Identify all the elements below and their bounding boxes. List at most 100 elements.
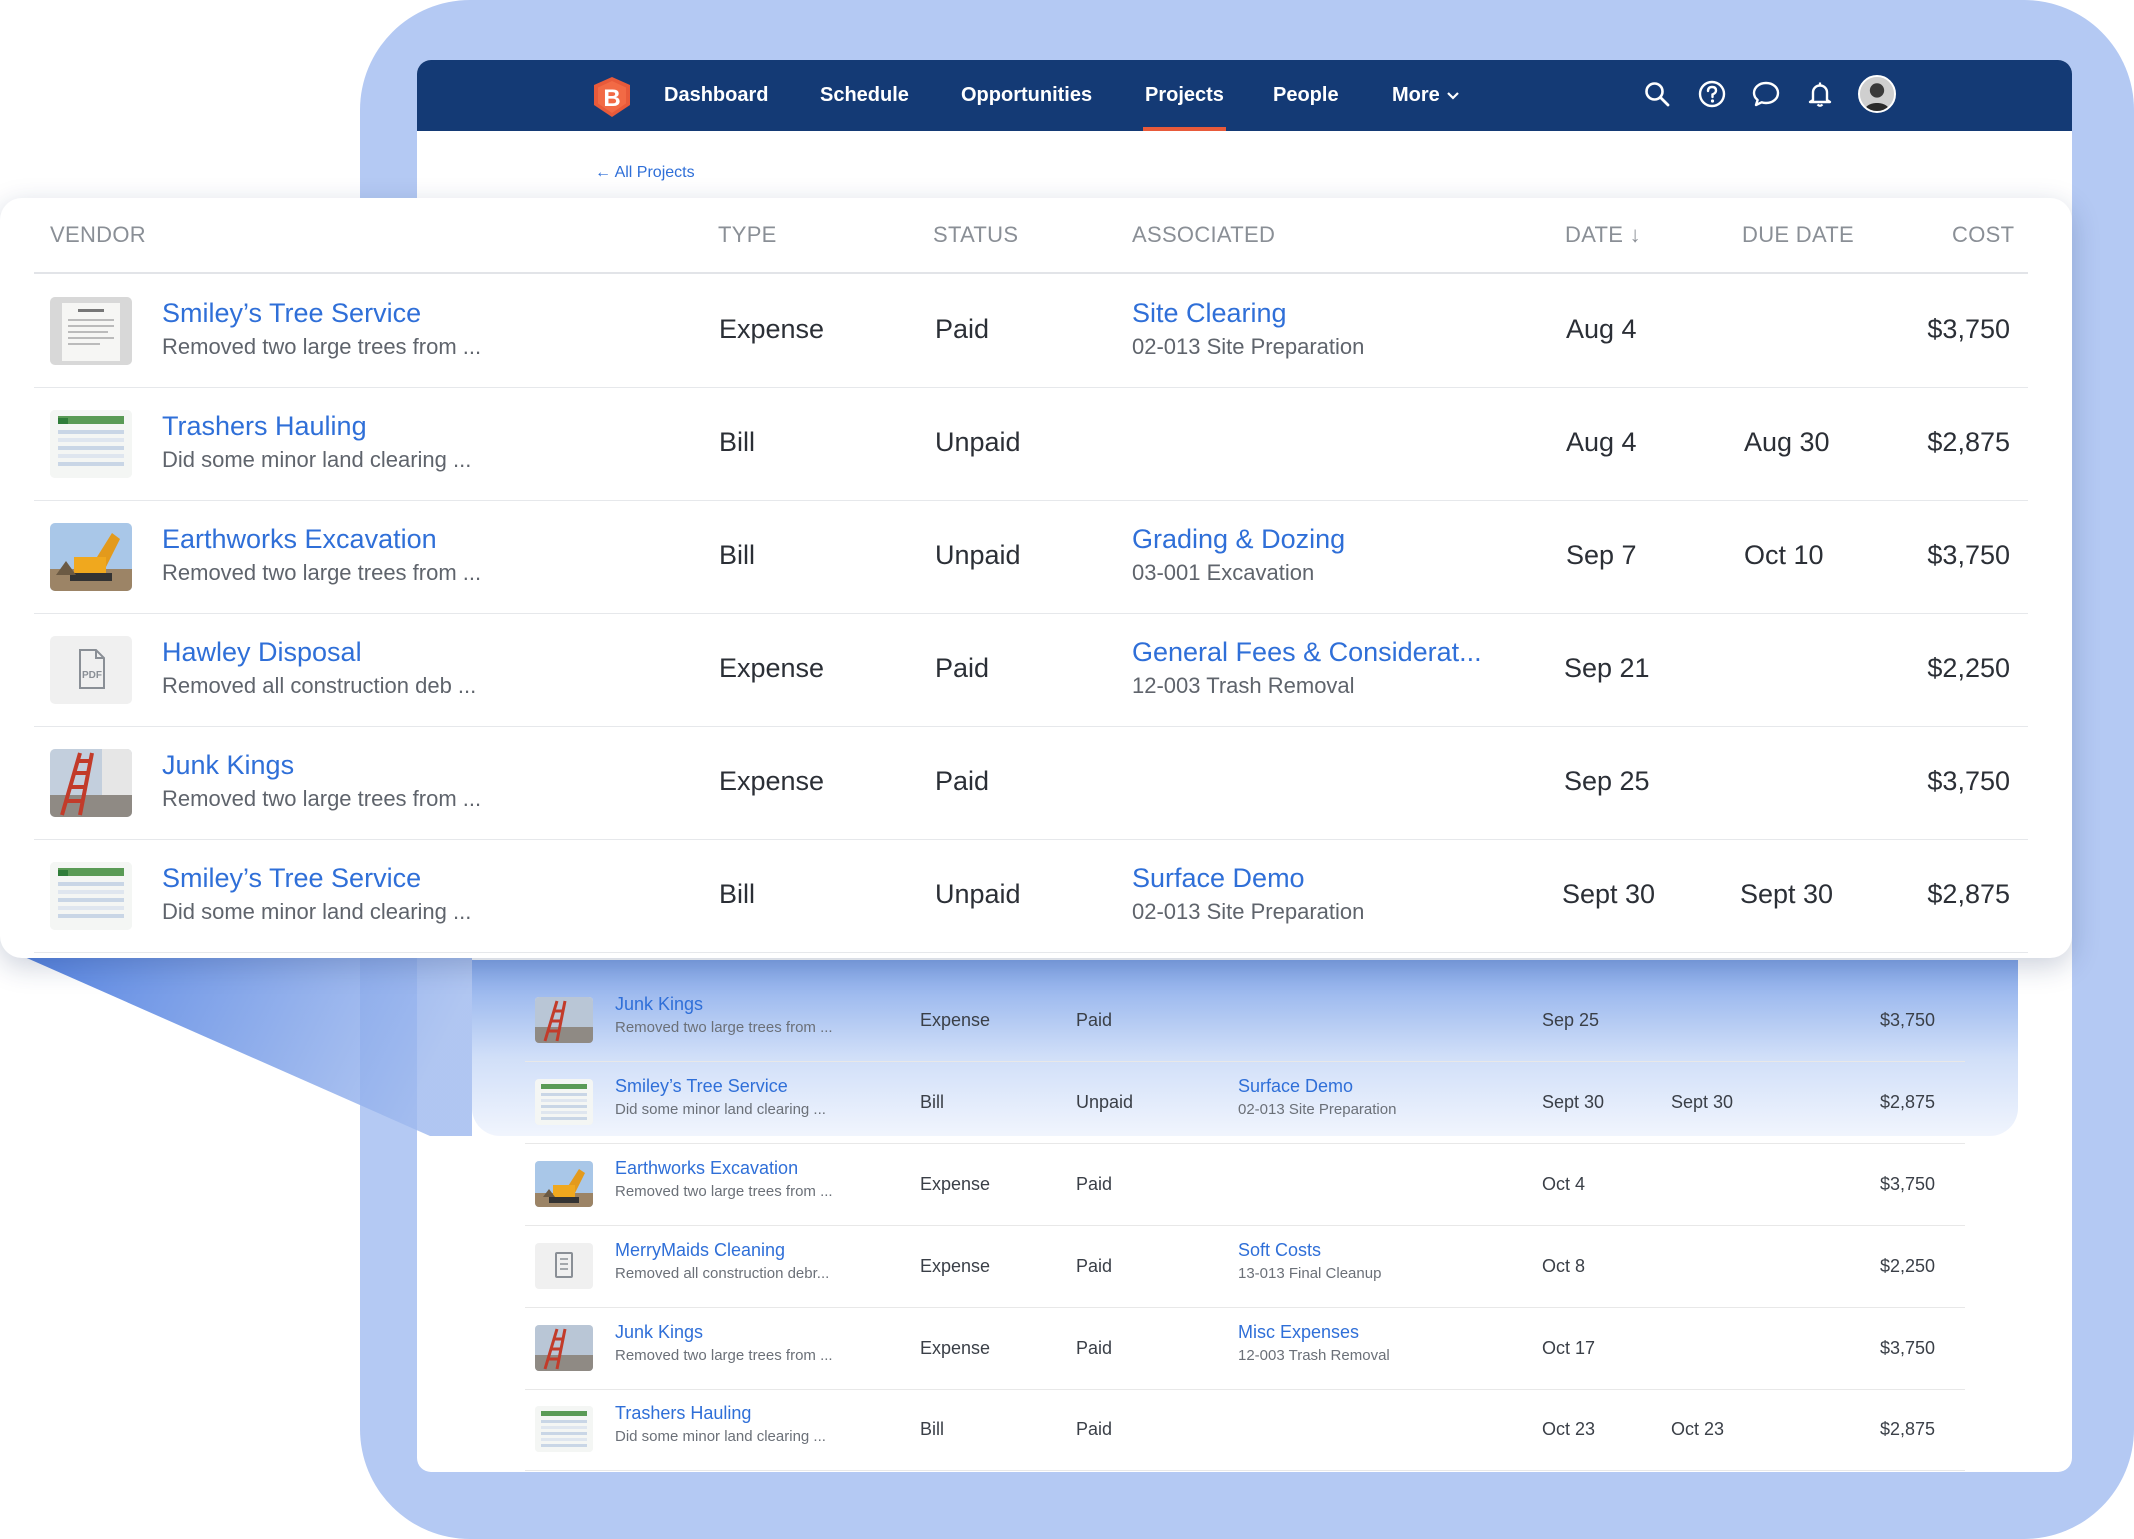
cost-cell: $2,250 xyxy=(1927,653,2010,683)
back-to-projects-link[interactable]: ← All Projects xyxy=(595,164,695,182)
table-row[interactable]: Earthworks Excavation Removed two large … xyxy=(34,501,2028,614)
vendor-description: Removed two large trees from ... xyxy=(162,560,482,585)
vendor-description: Did some minor land clearing ... xyxy=(615,1101,826,1118)
brand-logo[interactable]: B xyxy=(590,75,634,119)
date-cell: Oct 23 xyxy=(1542,1419,1596,1439)
help-icon[interactable] xyxy=(1697,79,1727,109)
type-cell: Expense xyxy=(719,314,825,344)
type-cell: Expense xyxy=(920,1174,991,1194)
user-avatar-icon xyxy=(1860,77,1894,111)
header-cost[interactable]: COST xyxy=(1952,222,2014,248)
associated-code: 02-013 Site Preparation xyxy=(1132,334,1365,359)
vendor-link[interactable]: Hawley Disposal xyxy=(162,637,362,668)
cost-cell: $2,875 xyxy=(1927,427,2010,457)
due-date-cell: Oct 10 xyxy=(1744,540,1824,570)
date-cell: Sept 30 xyxy=(1542,1092,1605,1112)
vendor-link[interactable]: Earthworks Excavation xyxy=(615,1158,798,1179)
nav-opportunities[interactable]: Opportunities xyxy=(961,60,1092,131)
table-header: VENDOR TYPE STATUS ASSOCIATED DATE ↓ DUE… xyxy=(0,198,2072,272)
vendor-description: Removed two large trees from ... xyxy=(615,1183,833,1200)
cost-cell: $3,750 xyxy=(1927,540,2010,570)
status-cell: Paid xyxy=(1076,1174,1113,1194)
table-row[interactable]: Smiley’s Tree Service Removed two large … xyxy=(34,275,2028,388)
vendor-link[interactable]: Smiley’s Tree Service xyxy=(162,863,421,894)
cost-cell: $2,250 xyxy=(1879,1256,1935,1276)
table-row[interactable]: Trashers Hauling Did some minor land cle… xyxy=(525,1389,1965,1471)
vendor-link[interactable]: Junk Kings xyxy=(615,994,703,1015)
document-thumbnail xyxy=(50,297,132,365)
table-row[interactable]: Junk Kings Removed two large trees from … xyxy=(34,727,2028,840)
vendor-link[interactable]: Trashers Hauling xyxy=(615,1403,751,1424)
associated-link[interactable]: General Fees & Considerat... xyxy=(1132,637,1482,668)
date-cell: Sept 30 xyxy=(1562,879,1656,909)
ladder-photo xyxy=(50,749,132,817)
associated-link[interactable]: Misc Expenses xyxy=(1238,1322,1359,1343)
status-cell: Paid xyxy=(935,314,990,344)
excavator-photo xyxy=(535,1161,593,1207)
nav-dashboard[interactable]: Dashboard xyxy=(664,60,768,131)
vendor-link[interactable]: Junk Kings xyxy=(615,1322,703,1343)
header-associated[interactable]: ASSOCIATED xyxy=(1132,222,1275,248)
associated-link[interactable]: Soft Costs xyxy=(1238,1240,1321,1261)
spreadsheet-thumbnail xyxy=(50,862,132,930)
header-date-sorted[interactable]: DATE ↓ xyxy=(1565,222,1641,248)
header-vendor[interactable]: VENDOR xyxy=(50,222,146,248)
table-row[interactable]: MerryMaids Cleaning Removed all construc… xyxy=(525,1226,1965,1308)
header-due-date[interactable]: DUE DATE xyxy=(1742,222,1854,248)
bell-icon[interactable] xyxy=(1805,79,1835,109)
vendor-link[interactable]: Earthworks Excavation xyxy=(162,524,437,555)
receipt-icon xyxy=(535,1243,593,1289)
header-type[interactable]: TYPE xyxy=(718,222,777,248)
vendor-link[interactable]: Trashers Hauling xyxy=(162,411,367,442)
table-row[interactable]: Smiley’s Tree Service Did some minor lan… xyxy=(525,1062,1965,1144)
nav-projects[interactable]: Projects xyxy=(1143,60,1226,131)
date-cell: Sep 21 xyxy=(1564,653,1650,683)
avatar[interactable] xyxy=(1858,75,1896,113)
vendor-link[interactable]: Smiley’s Tree Service xyxy=(615,1076,788,1097)
type-cell: Expense xyxy=(719,653,825,683)
spreadsheet-thumbnail xyxy=(50,410,132,478)
associated-code: 12-003 Trash Removal xyxy=(1238,1347,1390,1364)
associated-link[interactable]: Surface Demo xyxy=(1238,1076,1353,1097)
cost-cell: $3,750 xyxy=(1879,1010,1935,1030)
vendor-link[interactable]: MerryMaids Cleaning xyxy=(615,1240,785,1261)
date-cell: Oct 17 xyxy=(1542,1338,1596,1358)
status-cell: Paid xyxy=(1076,1256,1113,1276)
table-row[interactable]: Trashers Hauling Did some minor land cle… xyxy=(34,388,2028,501)
ladder-photo xyxy=(535,1325,593,1371)
associated-code: 02-013 Site Preparation xyxy=(1238,1101,1397,1118)
associated-link[interactable]: Site Clearing xyxy=(1132,298,1287,329)
table-row[interactable]: Earthworks Excavation Removed two large … xyxy=(525,1144,1965,1226)
associated-code: 03-001 Excavation xyxy=(1132,560,1315,585)
top-nav: B Dashboard Schedule Opportunities Proje… xyxy=(417,60,2072,131)
type-cell: Bill xyxy=(719,427,756,457)
status-cell: Paid xyxy=(935,653,990,683)
logo-letter: B xyxy=(603,85,620,112)
nav-people[interactable]: People xyxy=(1273,60,1339,131)
date-cell: Oct 8 xyxy=(1542,1256,1586,1276)
vendor-link[interactable]: Junk Kings xyxy=(162,750,294,781)
table-row[interactable]: Junk Kings Removed two large trees from … xyxy=(525,980,1965,1062)
header-status[interactable]: STATUS xyxy=(933,222,1018,248)
status-cell: Unpaid xyxy=(1076,1092,1134,1112)
table-row[interactable]: PDF Hawley Disposal Removed all construc… xyxy=(34,614,2028,727)
search-icon[interactable] xyxy=(1642,79,1672,109)
cost-cell: $3,750 xyxy=(1927,314,2010,344)
associated-link[interactable]: Grading & Dozing xyxy=(1132,524,1345,555)
type-cell: Bill xyxy=(920,1092,945,1112)
nav-more[interactable]: More xyxy=(1392,60,1460,131)
status-cell: Unpaid xyxy=(935,540,1021,570)
status-cell: Paid xyxy=(1076,1338,1113,1358)
associated-link[interactable]: Surface Demo xyxy=(1132,863,1305,894)
vendor-description: Removed two large trees from ... xyxy=(162,786,482,811)
date-cell: Aug 4 xyxy=(1566,314,1637,344)
table-row[interactable]: Smiley’s Tree Service Did some minor lan… xyxy=(34,840,2028,953)
vendor-description: Removed all construction deb ... xyxy=(162,673,477,698)
chat-icon[interactable] xyxy=(1751,79,1781,109)
ladder-photo xyxy=(535,997,593,1043)
nav-schedule[interactable]: Schedule xyxy=(820,60,909,131)
table-row[interactable]: Junk Kings Removed two large trees from … xyxy=(525,1308,1965,1390)
vendor-link[interactable]: Smiley’s Tree Service xyxy=(162,298,421,329)
cost-cell: $2,875 xyxy=(1879,1092,1935,1112)
type-cell: Expense xyxy=(920,1338,991,1358)
